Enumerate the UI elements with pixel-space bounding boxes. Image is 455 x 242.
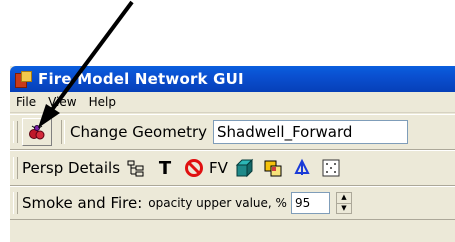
- menu-view[interactable]: View: [42, 95, 82, 109]
- menu-file[interactable]: File: [10, 95, 42, 109]
- persp-details-label[interactable]: Persp Details: [22, 159, 120, 177]
- menu-help[interactable]: Help: [83, 95, 122, 109]
- menu-bar: File View Help: [10, 92, 455, 113]
- toolbar-geometry: Change Geometry Shadwell_Forward: [10, 114, 455, 150]
- tree-icon: [127, 160, 144, 177]
- toolbar-grip[interactable]: [13, 121, 18, 143]
- no-entry-button[interactable]: [181, 155, 207, 181]
- network-button[interactable]: [22, 118, 52, 146]
- no-entry-icon: [185, 159, 204, 177]
- opacity-input[interactable]: 95: [290, 192, 330, 214]
- text-button[interactable]: T: [152, 155, 178, 181]
- toolbar-persp: Persp Details T FV: [10, 150, 455, 186]
- grid-icon: [322, 159, 340, 177]
- window-title: Fire Model Network GUI: [38, 70, 244, 88]
- overlay-icon: [264, 160, 282, 177]
- grid-button[interactable]: [318, 155, 344, 181]
- stepper-up-icon[interactable]: ▲: [336, 193, 351, 204]
- cube-icon: [235, 158, 254, 178]
- opacity-label: opacity upper value, %: [148, 196, 287, 210]
- change-geometry-label: Change Geometry: [70, 123, 207, 141]
- sprinkler-icon: [294, 158, 310, 175]
- smoke-fire-label: Smoke and Fire:: [22, 194, 143, 212]
- toolbar-grip[interactable]: [13, 192, 18, 214]
- sprinkler-button[interactable]: [289, 155, 315, 181]
- opacity-stepper[interactable]: ▲ ▼: [335, 192, 352, 214]
- toolbar-smoke: Smoke and Fire: opacity upper value, % 9…: [10, 186, 455, 220]
- toolbar-grip[interactable]: [13, 157, 18, 179]
- tree-button[interactable]: [123, 155, 149, 181]
- geometry-field[interactable]: Shadwell_Forward: [213, 120, 408, 144]
- cube-button[interactable]: [231, 155, 257, 181]
- bug-network-icon: [29, 125, 45, 140]
- title-bar[interactable]: Fire Model Network GUI: [10, 66, 455, 92]
- fv-button[interactable]: FV: [209, 159, 228, 177]
- text-tool-icon: T: [158, 157, 172, 179]
- app-window: Fire Model Network GUI File View Help Ch…: [10, 66, 455, 242]
- overlay-button[interactable]: [260, 155, 286, 181]
- app-icon: [14, 70, 32, 88]
- stepper-down-icon[interactable]: ▼: [337, 204, 351, 214]
- toolbar-separator: [61, 120, 65, 144]
